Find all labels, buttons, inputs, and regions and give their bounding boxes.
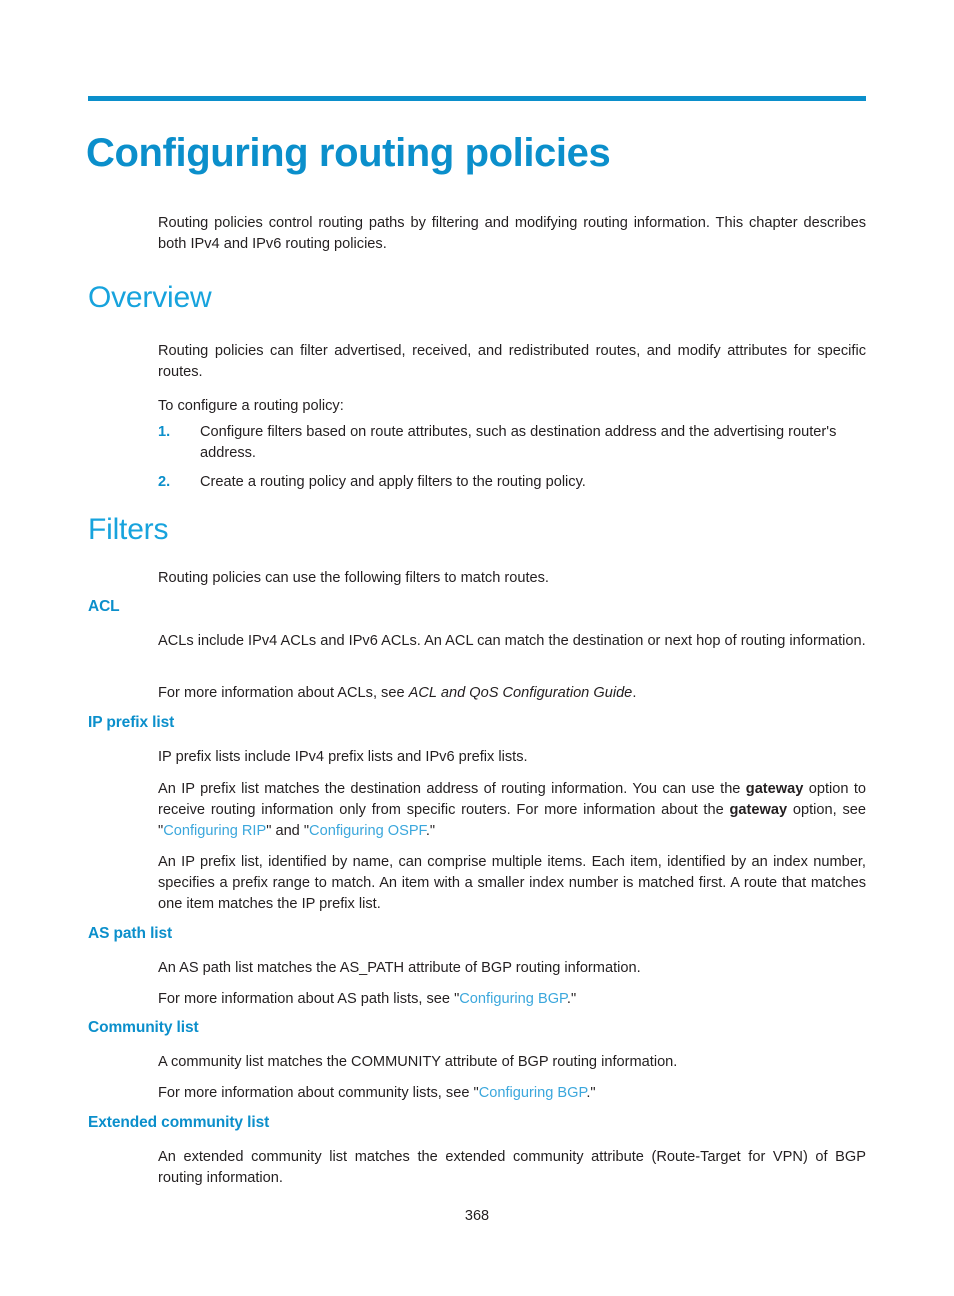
- filters-paragraph-1-block: Routing policies can use the following f…: [158, 568, 866, 589]
- acl-paragraph-1: ACLs include IPv4 ACLs and IPv6 ACLs. An…: [158, 633, 866, 649]
- section-heading-filters: Filters: [88, 513, 588, 546]
- community-paragraph-2-block: For more information about community lis…: [158, 1083, 866, 1104]
- intro-paragraph-block: Routing policies control routing paths b…: [158, 213, 866, 255]
- link-configuring-ospf[interactable]: Configuring OSPF: [309, 823, 426, 839]
- list-item: 1. Configure filters based on route attr…: [158, 422, 866, 464]
- overview-paragraph-2-block: To configure a routing policy:: [158, 396, 866, 417]
- ip-prefix-paragraph-3-block: An IP prefix list, identified by name, c…: [158, 852, 866, 914]
- filters-paragraph-1: Routing policies can use the following f…: [158, 570, 549, 586]
- subsection-heading-ip-prefix-list: IP prefix list: [88, 714, 588, 732]
- overview-heading-text: Overview: [88, 281, 212, 314]
- filters-heading-text: Filters: [88, 513, 169, 546]
- ip-prefix-paragraph-1: IP prefix lists include IPv4 prefix list…: [158, 749, 528, 765]
- as-path-paragraph-2-block: For more information about AS path lists…: [158, 989, 866, 1010]
- overview-paragraph-1: Routing policies can filter advertised, …: [158, 343, 866, 380]
- list-item-label: Configure filters based on route attribu…: [200, 424, 837, 461]
- acl-paragraph-2-block: For more information about ACLs, see ACL…: [158, 683, 866, 704]
- as-path-paragraph-1-block: An AS path list matches the AS_PATH attr…: [158, 958, 866, 979]
- extended-community-paragraph-1-block: An extended community list matches the e…: [158, 1147, 866, 1189]
- ip-prefix-p2-part4: " and ": [266, 822, 310, 839]
- community-paragraph-1-block: A community list matches the COMMUNITY a…: [158, 1052, 866, 1073]
- as-path-paragraph-2: For more information about AS path lists…: [158, 989, 866, 1010]
- page-number: 368: [464, 1208, 490, 1224]
- link-configuring-rip[interactable]: Configuring RIP: [163, 823, 266, 839]
- subsection-heading-extended-community-list: Extended community list: [88, 1114, 588, 1132]
- acl-heading-text: ACL: [88, 598, 120, 615]
- ip-prefix-paragraph-1-block: IP prefix lists include IPv4 prefix list…: [158, 747, 866, 768]
- link-configuring-bgp[interactable]: Configuring BGP: [459, 991, 567, 1007]
- chapter-title-rule: [88, 96, 866, 101]
- list-item-number: 1.: [158, 424, 171, 440]
- community-paragraph-2: For more information about community lis…: [158, 1083, 866, 1104]
- acl-paragraph-2-prefix: For more information about ACLs, see: [158, 685, 409, 701]
- gateway-keyword: gateway: [729, 801, 788, 818]
- ip-prefix-paragraph-3: An IP prefix list, identified by name, c…: [158, 854, 866, 912]
- overview-steps-list: 1. Configure filters based on route attr…: [158, 422, 866, 492]
- community-paragraph-1: A community list matches the COMMUNITY a…: [158, 1054, 678, 1070]
- intro-paragraph: Routing policies control routing paths b…: [158, 215, 866, 252]
- community-list-heading-text: Community list: [88, 1019, 199, 1036]
- ip-prefix-paragraph-2: An IP prefix list matches the destinatio…: [158, 779, 866, 841]
- acl-paragraph-2: For more information about ACLs, see ACL…: [158, 683, 866, 704]
- as-path-p2-suffix: .": [566, 991, 577, 1007]
- extended-community-list-heading-text: Extended community list: [88, 1114, 270, 1131]
- overview-paragraph-2: To configure a routing policy:: [158, 398, 344, 414]
- acl-paragraph-1-block: ACLs include IPv4 ACLs and IPv6 ACLs. An…: [158, 631, 866, 652]
- as-path-paragraph-1: An AS path list matches the AS_PATH attr…: [158, 960, 641, 976]
- overview-steps-list-block: 1. Configure filters based on route attr…: [158, 422, 866, 492]
- extended-community-paragraph-1: An extended community list matches the e…: [158, 1149, 866, 1186]
- acl-paragraph-2-suffix: .: [632, 685, 637, 701]
- link-configuring-bgp[interactable]: Configuring BGP: [479, 1085, 587, 1101]
- ip-prefix-paragraph-2-block: An IP prefix list matches the destinatio…: [158, 779, 866, 841]
- list-item: 2. Create a routing policy and apply fil…: [158, 472, 866, 493]
- community-p2-prefix: For more information about community lis…: [158, 1085, 479, 1101]
- ip-prefix-list-heading-text: IP prefix list: [88, 714, 175, 731]
- ip-prefix-p2-part5: .": [425, 822, 436, 839]
- as-path-p2-prefix: For more information about AS path lists…: [158, 991, 460, 1007]
- gateway-keyword: gateway: [745, 781, 804, 797]
- subsection-heading-acl: ACL: [88, 598, 588, 616]
- subsection-heading-as-path-list: AS path list: [88, 925, 588, 943]
- overview-paragraph-1-block: Routing policies can filter advertised, …: [158, 341, 866, 383]
- as-path-list-heading-text: AS path list: [88, 925, 173, 942]
- page-title: Configuring routing policies: [86, 130, 611, 175]
- community-p2-suffix: .": [586, 1085, 596, 1101]
- document-page: Configuring routing policies Routing pol…: [0, 0, 954, 1296]
- list-item-label: Create a routing policy and apply filter…: [200, 473, 586, 490]
- section-heading-overview: Overview: [88, 281, 588, 314]
- ip-prefix-p2-part1: An IP prefix list matches the destinatio…: [158, 781, 746, 797]
- acl-guide-title: ACL and QoS Configuration Guide: [408, 685, 633, 701]
- subsection-heading-community-list: Community list: [88, 1019, 588, 1037]
- list-item-number: 2.: [158, 473, 171, 490]
